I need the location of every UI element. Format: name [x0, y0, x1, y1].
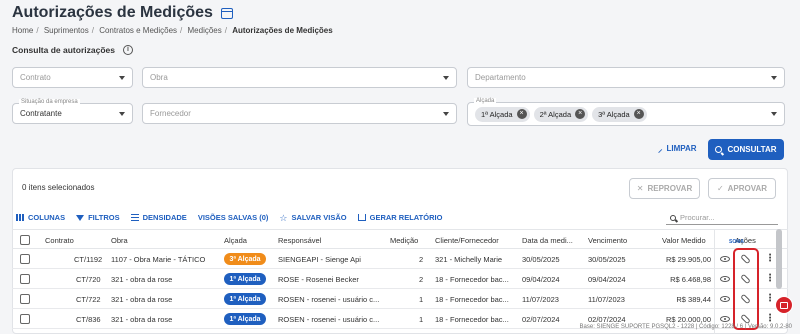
breadcrumb-suprimentos[interactable]: Suprimentos [44, 26, 89, 35]
page-title: Autorizações de Medições [12, 4, 213, 21]
row-checkbox[interactable] [20, 294, 30, 304]
breadcrumb-current: Autorizações de Medições [232, 26, 333, 35]
alcada-badge: 1ª Alçada [224, 293, 266, 305]
info-icon[interactable]: i [122, 45, 133, 55]
eye-icon[interactable] [720, 296, 730, 302]
check-icon: ✓ [716, 184, 724, 193]
col-contrato[interactable]: Contrato [45, 236, 74, 245]
salvar-visao-button[interactable]: ☆ SALVAR VISÃO [279, 213, 346, 222]
more-vert-icon[interactable]: ⋮ [765, 294, 775, 304]
alcada-badge: 1ª Alçada [224, 313, 266, 325]
breadcrumb: Home / Suprimentos / Contratos e Medições /… [12, 26, 333, 35]
select-all-checkbox[interactable] [20, 235, 30, 245]
eye-icon[interactable] [720, 276, 730, 282]
situacao-empresa-select[interactable]: Situação da empresa Contratante [12, 99, 133, 124]
density-icon [130, 214, 139, 221]
chevron-down-icon [119, 111, 125, 116]
remove-chip-icon[interactable]: × [575, 109, 586, 119]
chevron-down-icon [443, 111, 449, 116]
chat-icon [780, 301, 788, 309]
contrato-select[interactable]: Contrato [12, 67, 133, 88]
eye-icon[interactable] [720, 316, 730, 322]
alcada-chip-1[interactable]: 1ª Alçada × [475, 106, 530, 122]
col-cliente[interactable]: Cliente/Fornecedor [435, 236, 499, 245]
feedback-button[interactable] [775, 296, 793, 314]
col-valor[interactable]: Valor Medido [662, 236, 706, 245]
filtros-button[interactable]: FILTROS [76, 213, 120, 222]
search-icon [670, 214, 676, 221]
colunas-button[interactable]: COLUNAS [16, 213, 65, 222]
departamento-select[interactable]: Departamento [467, 67, 785, 88]
alcada-chip-3[interactable]: 3ª Alçada × [592, 106, 647, 122]
fornecedor-select[interactable]: Fornecedor [142, 103, 457, 124]
col-alcada[interactable]: Alçada [224, 236, 247, 245]
filter-icon [76, 214, 85, 221]
chevron-down-icon [771, 112, 777, 116]
more-vert-icon[interactable]: ⋮ [765, 254, 775, 264]
col-data[interactable]: Data da medi... [522, 236, 573, 245]
columns-icon [16, 214, 24, 221]
alcada-badge: 1ª Alçada [224, 273, 266, 285]
limpar-button[interactable]: ⸝ LIMPAR [658, 142, 697, 155]
grid-toolbar: COLUNAS FILTROS DENSIDADE VISÕES SALVAS … [16, 213, 442, 222]
eye-icon[interactable] [720, 256, 730, 262]
table-row[interactable]: CT/1192 1107 - Obra Marie - TÁTICO 3ª Al… [12, 249, 788, 269]
grid-search-input[interactable]: Procurar... [666, 211, 778, 225]
soma-label: SOMA [729, 239, 744, 245]
row-checkbox[interactable] [20, 314, 30, 324]
row-checkbox[interactable] [20, 274, 30, 284]
obra-select[interactable]: Obra [142, 67, 457, 88]
alcada-chip-2[interactable]: 2ª Alçada × [533, 106, 589, 122]
chevron-down-icon [443, 75, 449, 80]
broom-icon: ⸝ [658, 144, 663, 154]
alcada-select[interactable]: Alçada 1ª Alçada × 2ª Alçada × 3ª Alçada × [467, 98, 785, 126]
chevron-down-icon [771, 75, 777, 80]
more-vert-icon[interactable]: ⋮ [765, 314, 775, 324]
col-obra[interactable]: Obra [111, 236, 128, 245]
search-icon [715, 146, 723, 153]
attachments-highlight [733, 248, 759, 330]
col-vencimento[interactable]: Vencimento [588, 236, 627, 245]
table-row[interactable]: CT/722 321 - obra da rose 1ª Alçada ROSE… [12, 289, 788, 309]
chevron-down-icon [119, 75, 125, 80]
export-icon [357, 214, 366, 221]
breadcrumb-home[interactable]: Home [12, 26, 33, 35]
table-row[interactable]: CT/720 321 - obra da rose 1ª Alçada ROSE… [12, 269, 788, 289]
selected-count: 0 itens selecionados [22, 183, 95, 192]
alcada-badge: 3ª Alçada [224, 253, 266, 265]
consultar-button[interactable]: CONSULTAR [708, 139, 784, 160]
footer-version: Base: SIENGE SUPORTE PGSQL2 - 1228 | Cód… [579, 324, 792, 330]
visoes-salvas-button[interactable]: VISÕES SALVAS (0) [198, 213, 269, 222]
table-header: Contrato Obra Alçada Responsável Medição… [12, 229, 788, 249]
breadcrumb-medicoes[interactable]: Medições [188, 26, 222, 35]
remove-chip-icon[interactable]: × [516, 109, 527, 119]
calendar-icon[interactable] [220, 7, 233, 19]
col-medicao[interactable]: Medição [390, 236, 418, 245]
star-icon: ☆ [279, 212, 288, 223]
remove-chip-icon[interactable]: × [633, 109, 644, 119]
gerar-relatorio-button[interactable]: GERAR RELATÓRIO [357, 213, 442, 222]
aprovar-button[interactable]: ✓ APROVAR [708, 178, 776, 199]
section-title: Consulta de autorizações i [12, 45, 133, 55]
col-responsavel[interactable]: Responsável [278, 236, 321, 245]
row-checkbox[interactable] [20, 254, 30, 264]
more-vert-icon[interactable]: ⋮ [765, 274, 775, 284]
reprovar-button[interactable]: ✕ REPROVAR [629, 178, 700, 199]
breadcrumb-contratos[interactable]: Contratos e Medições [99, 26, 177, 35]
close-icon: ✕ [636, 184, 644, 193]
vertical-scrollbar[interactable] [776, 229, 782, 289]
densidade-button[interactable]: DENSIDADE [130, 213, 187, 222]
page-header: Autorizações de Medições [12, 4, 233, 22]
